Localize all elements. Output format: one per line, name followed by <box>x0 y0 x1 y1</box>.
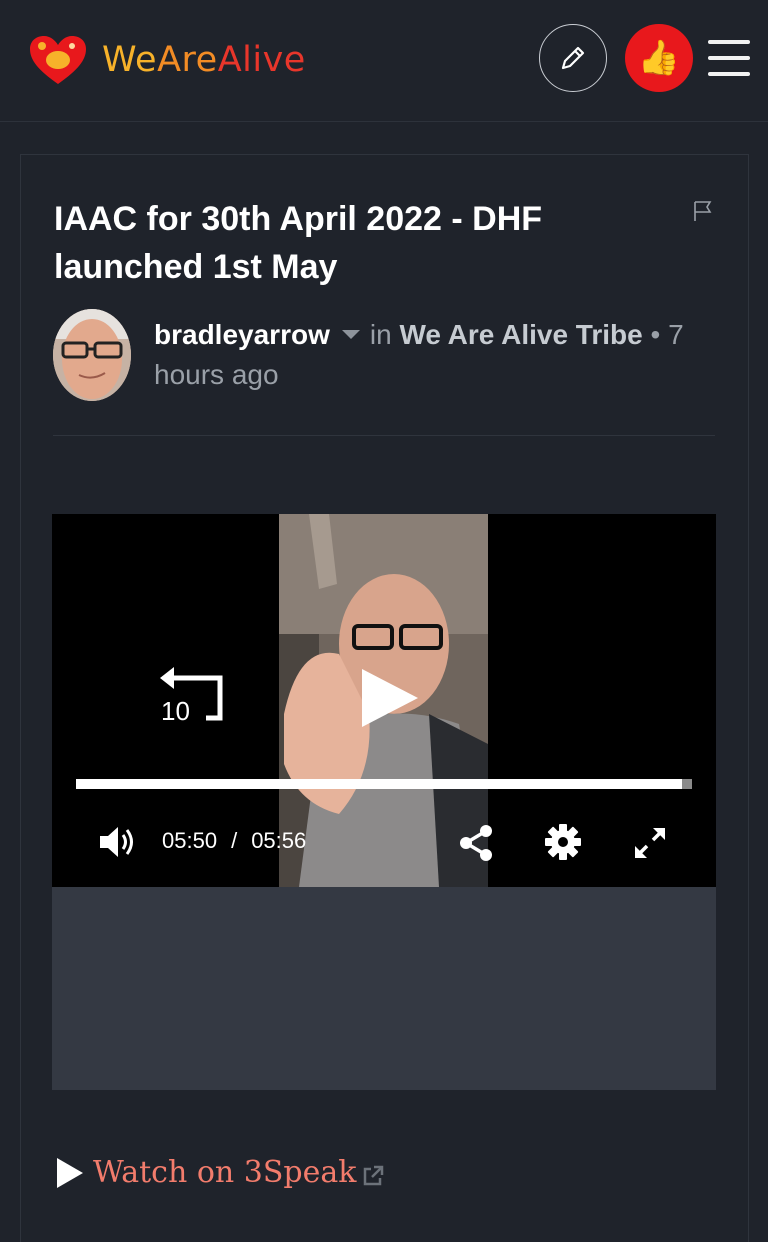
hamburger-menu-icon[interactable] <box>708 40 750 76</box>
share-icon[interactable] <box>457 823 495 863</box>
pencil-icon <box>561 46 585 70</box>
post-title: IAAC for 30th April 2022 - DHF launched … <box>54 200 543 286</box>
site-logo-text: WeAreAlive <box>102 40 306 80</box>
menu-bar <box>708 40 750 44</box>
site-logo[interactable]: WeAreAlive <box>28 34 306 86</box>
thumbs-up-icon: 👍 <box>637 38 681 78</box>
logo-word-alive: Alive <box>217 40 306 80</box>
video-embed-background <box>52 887 716 1090</box>
compose-post-button[interactable] <box>539 24 607 92</box>
user-avatar-button[interactable]: 👍 <box>625 24 693 92</box>
in-label: in <box>369 319 392 350</box>
logo-word-are: Are <box>157 40 218 80</box>
post-meta: bradleyarrow in We Are Alive Tribe • 7 ho… <box>154 315 714 395</box>
meta-bullet: • <box>650 319 661 350</box>
logo-word-we: We <box>102 40 158 80</box>
author-name[interactable]: bradleyarrow <box>154 319 330 350</box>
progress-bar-fill <box>76 779 682 789</box>
watch-on-3speak-link[interactable]: Watch on 3Speak <box>93 1155 356 1190</box>
rewind-10-button[interactable]: 10 <box>158 664 228 728</box>
progress-bar[interactable] <box>76 779 692 789</box>
chevron-down-icon[interactable] <box>341 329 360 339</box>
watch-on-3speak[interactable]: Watch on 3Speak <box>57 1155 384 1190</box>
post-card: IAAC for 30th April 2022 - DHF launched … <box>20 154 749 1242</box>
rewind-icon: 10 <box>160 667 223 726</box>
community-link[interactable]: We Are Alive Tribe <box>399 319 642 350</box>
play-icon[interactable] <box>362 669 418 727</box>
heart-emblem-icon <box>30 36 86 84</box>
author-photo <box>53 309 131 401</box>
external-link-icon <box>364 1165 384 1185</box>
volume-icon[interactable] <box>98 824 140 860</box>
video-time-display: 05:50 / 05:56 <box>162 828 306 854</box>
flag-icon[interactable] <box>691 199 715 223</box>
play-icon <box>57 1157 83 1188</box>
menu-bar <box>708 56 750 60</box>
gear-icon[interactable] <box>544 823 582 861</box>
top-navigation-bar: WeAreAlive 👍 <box>0 0 768 122</box>
divider <box>53 435 715 436</box>
rewind-seconds-label: 10 <box>161 696 190 726</box>
author-avatar[interactable] <box>53 309 131 401</box>
video-player[interactable]: 10 05:50 / 05:56 <box>52 514 716 887</box>
fullscreen-icon[interactable] <box>633 826 667 860</box>
menu-bar <box>708 72 750 76</box>
current-time: 05:50 <box>162 828 218 853</box>
duration: 05:56 <box>251 828 307 853</box>
time-separator: / <box>231 828 238 853</box>
